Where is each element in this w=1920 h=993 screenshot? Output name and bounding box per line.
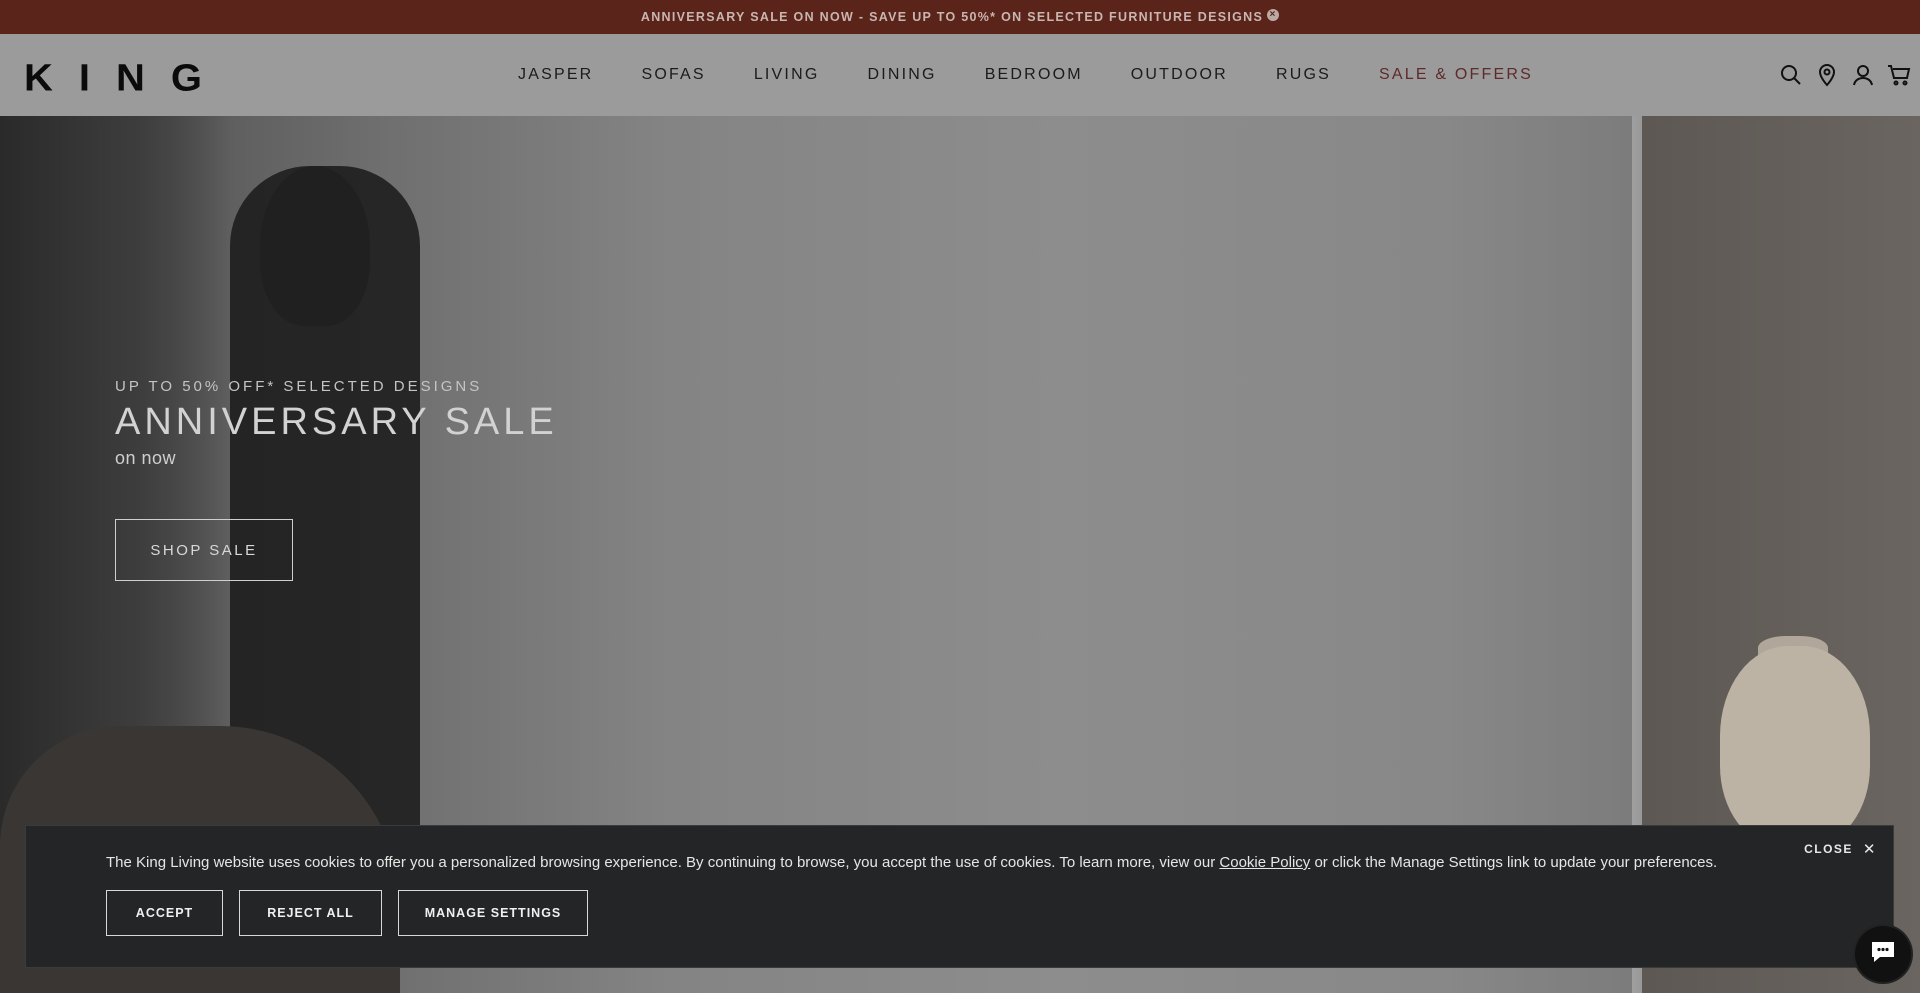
manage-settings-button[interactable]: MANAGE SETTINGS xyxy=(398,890,588,936)
nav-item-jasper[interactable]: JASPER xyxy=(518,66,593,84)
cart-icon[interactable] xyxy=(1886,62,1912,88)
brand-logo[interactable]: KING xyxy=(24,57,228,100)
cookie-close-button[interactable]: CLOSE ✕ xyxy=(1804,840,1877,858)
announcement-bar: ANNIVERSARY SALE ON NOW - SAVE UP TO 50%… xyxy=(0,0,1920,34)
chat-icon xyxy=(1868,938,1898,971)
nav-item-sofas[interactable]: SOFAS xyxy=(641,66,705,84)
hero-title: ANNIVERSARY SALE xyxy=(115,401,558,443)
cookie-text-before: The King Living website uses cookies to … xyxy=(106,854,1220,871)
nav-item-sale-offers[interactable]: SALE & OFFERS xyxy=(1379,66,1533,84)
nav-item-rugs[interactable]: RUGS xyxy=(1276,66,1331,84)
shop-sale-button[interactable]: SHOP SALE xyxy=(115,519,293,581)
hero-vase-image xyxy=(1720,646,1870,846)
nav-item-outdoor[interactable]: OUTDOOR xyxy=(1131,66,1228,84)
hero-figure-head xyxy=(260,166,370,326)
search-icon[interactable] xyxy=(1778,62,1804,88)
announcement-close-icon[interactable]: × xyxy=(1267,9,1280,21)
nav-item-bedroom[interactable]: BEDROOM xyxy=(985,66,1083,84)
main-nav: JASPER SOFAS LIVING DINING BEDROOM OUTDO… xyxy=(518,34,1581,116)
header-actions xyxy=(1768,34,1912,116)
hero-copy: UP TO 50% OFF* SELECTED DESIGNS ANNIVERS… xyxy=(115,378,558,469)
hero-eyebrow: UP TO 50% OFF* SELECTED DESIGNS xyxy=(115,378,483,395)
cookie-actions: ACCEPT REJECT ALL MANAGE SETTINGS xyxy=(106,890,604,936)
site-header: KING JASPER SOFAS LIVING DINING BEDROOM … xyxy=(0,34,1920,116)
announcement-text: ANNIVERSARY SALE ON NOW - SAVE UP TO 50%… xyxy=(640,10,1264,24)
location-pin-icon[interactable] xyxy=(1814,62,1840,88)
accept-button[interactable]: ACCEPT xyxy=(106,890,223,936)
cookie-policy-link[interactable]: Cookie Policy xyxy=(1219,854,1310,871)
hero-subtitle: on now xyxy=(115,448,177,468)
account-icon[interactable] xyxy=(1850,62,1876,88)
cookie-banner: The King Living website uses cookies to … xyxy=(25,825,1894,968)
cookie-close-label: CLOSE xyxy=(1804,842,1853,856)
nav-item-living[interactable]: LIVING xyxy=(754,66,820,84)
cookie-message: The King Living website uses cookies to … xyxy=(106,854,1717,871)
close-icon: ✕ xyxy=(1862,841,1877,858)
reject-all-button[interactable]: REJECT ALL xyxy=(239,890,382,936)
cookie-text-after: or click the Manage Settings link to upd… xyxy=(1310,854,1718,871)
nav-item-dining[interactable]: DINING xyxy=(867,66,936,84)
chat-button[interactable] xyxy=(1855,926,1911,982)
